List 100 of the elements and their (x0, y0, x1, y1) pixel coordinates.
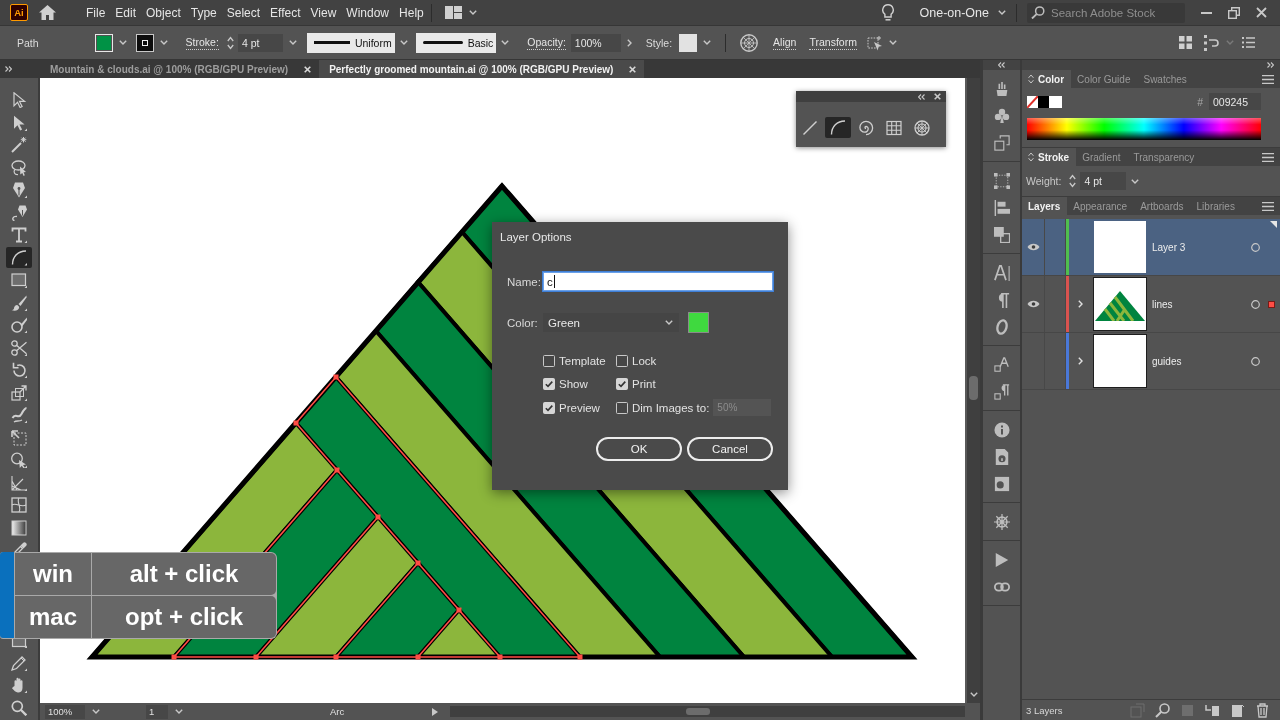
magic-wand-icon[interactable] (11, 137, 27, 153)
zoom-field[interactable]: 100% (45, 704, 85, 719)
menu-item[interactable]: Effect (270, 4, 301, 21)
graphic-style-swatch[interactable] (679, 33, 698, 52)
name-field[interactable]: c (543, 272, 773, 291)
target-circle-icon[interactable] (1250, 299, 1260, 309)
list-menu-icon[interactable] (1242, 37, 1255, 48)
checkbox-label[interactable]: Template (559, 354, 606, 367)
gradient-icon[interactable] (11, 519, 27, 536)
chevron-down-icon[interactable] (399, 40, 408, 45)
opacity-field[interactable]: 100% (570, 33, 621, 52)
layer-name[interactable]: guides (1152, 355, 1248, 367)
chevron-down-icon[interactable] (468, 10, 477, 15)
chevron-down-icon[interactable] (175, 709, 183, 714)
ship-wheel-icon[interactable] (993, 513, 1010, 530)
arrange-icon[interactable] (1204, 34, 1220, 51)
double-chevron-left-icon[interactable] (998, 62, 1005, 68)
chevron-down-icon[interactable] (703, 40, 712, 45)
horizontal-scrollbar[interactable] (450, 706, 965, 717)
panel-tab[interactable]: Layers (1022, 197, 1068, 215)
scale-icon[interactable] (11, 384, 27, 401)
rectangle-icon[interactable] (11, 272, 27, 288)
current-tool-label[interactable]: Arc (330, 706, 345, 717)
hex-field[interactable]: 009245 (1209, 93, 1261, 110)
layer-row[interactable]: lines (1022, 276, 1280, 333)
checkbox[interactable] (616, 401, 628, 414)
blob-brush-icon[interactable] (11, 317, 27, 333)
chevron-down-icon[interactable] (159, 40, 168, 45)
type-tool-icon[interactable] (11, 227, 27, 243)
new-layer-icon[interactable] (1230, 702, 1245, 718)
cancel-button[interactable]: Cancel (687, 436, 773, 461)
menu-item[interactable]: Object (146, 4, 181, 21)
line-segment-icon[interactable] (802, 119, 818, 136)
fill-swatch[interactable] (94, 33, 113, 52)
curvature-pen-icon[interactable] (11, 204, 27, 221)
chevron-down-icon[interactable] (501, 40, 510, 45)
character-icon[interactable] (993, 264, 1010, 281)
hand-icon[interactable] (11, 677, 27, 694)
transform-box-icon[interactable] (993, 172, 1010, 189)
color-swatch[interactable] (1038, 95, 1049, 108)
checkbox[interactable] (543, 378, 555, 391)
checkbox[interactable] (616, 354, 628, 367)
eye-icon[interactable] (1026, 243, 1040, 251)
menu-item[interactable]: View (310, 4, 337, 21)
chevron-right-icon[interactable] (626, 38, 632, 47)
selected-art-indicator-icon[interactable] (1267, 300, 1275, 308)
sort-arrows-icon[interactable] (1028, 74, 1034, 84)
rectangular-grid-icon[interactable] (886, 119, 902, 136)
checkbox[interactable] (543, 354, 555, 367)
chevron-down-icon[interactable] (92, 709, 100, 714)
artboard-field[interactable]: 1 (146, 704, 168, 719)
club-icon[interactable] (993, 107, 1010, 124)
sort-arrows-icon[interactable] (1028, 152, 1034, 162)
ok-button[interactable]: OK (596, 436, 682, 461)
menu-icon[interactable] (1262, 152, 1274, 162)
image-link-icon[interactable] (993, 475, 1010, 492)
menu-item[interactable]: Window (346, 4, 390, 21)
chevron-down-icon[interactable] (118, 40, 127, 45)
chevron-down-icon[interactable] (998, 10, 1006, 15)
chevron-right-icon[interactable] (1077, 300, 1083, 308)
pathfinder-icon[interactable] (993, 226, 1010, 243)
menu-item[interactable]: Edit (115, 4, 137, 21)
minimize-icon[interactable] (1201, 11, 1212, 14)
arc-icon[interactable] (6, 247, 32, 268)
panel-tab[interactable]: Libraries (1190, 197, 1242, 215)
restore-icon[interactable] (1228, 6, 1240, 19)
layer-name[interactable]: lines (1152, 298, 1248, 310)
close-icon[interactable] (304, 65, 312, 73)
panel-tab[interactable]: Swatches (1137, 70, 1194, 88)
mesh-icon[interactable] (11, 497, 27, 513)
checkbox[interactable] (616, 378, 628, 391)
close-icon[interactable] (934, 93, 941, 100)
color-wheel-icon[interactable] (740, 33, 759, 52)
polar-grid-icon[interactable] (914, 119, 930, 136)
transform-options-icon[interactable] (866, 34, 883, 51)
chevron-down-icon[interactable] (288, 40, 297, 45)
perspective-grid-icon[interactable] (11, 474, 27, 491)
magnifier-icon[interactable] (11, 699, 27, 716)
menu-item[interactable]: File (86, 4, 106, 21)
chevron-down-icon[interactable] (888, 40, 897, 45)
checkbox-label[interactable]: Lock (632, 354, 657, 367)
grid-squares-icon[interactable] (1179, 36, 1192, 49)
free-transform-icon[interactable] (11, 429, 27, 446)
menu-item[interactable]: Select (226, 4, 261, 21)
chevron-right-icon[interactable] (1077, 357, 1083, 365)
stroke-label[interactable]: Stroke: (185, 35, 219, 50)
menu-icon[interactable] (1262, 201, 1274, 211)
workspace-switcher[interactable]: One-on-One (919, 4, 1006, 21)
arrow-outline-icon[interactable] (11, 92, 27, 108)
chevron-down-icon[interactable] (665, 320, 673, 325)
close-icon[interactable] (629, 65, 637, 73)
target-circle-icon[interactable] (1250, 356, 1260, 366)
checkbox-label[interactable]: Show (559, 378, 588, 391)
close-icon[interactable] (1256, 7, 1267, 18)
trash-icon[interactable] (1255, 702, 1270, 718)
new-sublayer-icon[interactable] (1205, 702, 1220, 718)
clipping-mask-icon[interactable] (1180, 702, 1195, 718)
menu-item[interactable]: Type (190, 4, 217, 21)
double-chevron-right-icon[interactable] (5, 66, 12, 72)
checkbox-label[interactable]: Dim Images to: (632, 401, 710, 414)
